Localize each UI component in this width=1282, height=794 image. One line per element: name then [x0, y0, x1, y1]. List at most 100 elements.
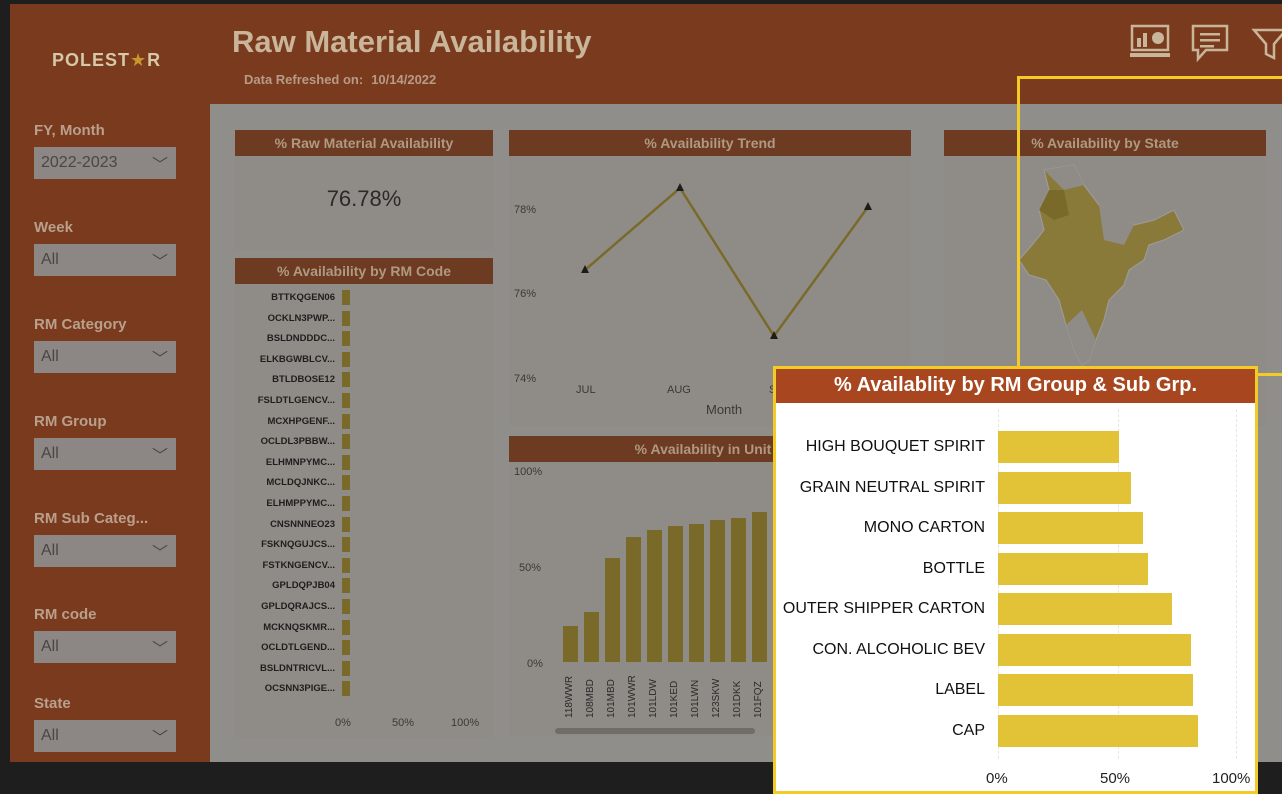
unit-label: 101FQZ — [753, 681, 764, 718]
rm-group-bar[interactable] — [998, 593, 1172, 625]
y-tick: 76% — [514, 288, 537, 300]
rm-code-row[interactable]: MCLDQJNKC... — [235, 475, 485, 491]
rm-code-row[interactable]: GPLDQPJB04 — [235, 578, 485, 594]
rm-group-bar[interactable] — [998, 471, 1132, 504]
trend-point — [864, 202, 872, 210]
rm-group-row[interactable]: CAP — [776, 714, 1255, 747]
rm-category-dropdown[interactable]: All ﹀ — [34, 341, 176, 373]
rm-sub-category-dropdown[interactable]: All ﹀ — [34, 535, 176, 567]
week-dropdown[interactable]: All ﹀ — [34, 244, 176, 276]
unit-bar[interactable] — [731, 518, 746, 662]
unit-bar[interactable] — [584, 612, 599, 662]
y-tick: 74% — [514, 373, 537, 385]
rm-code-bar[interactable] — [342, 681, 350, 697]
rm-group-row[interactable]: LABEL — [776, 674, 1255, 706]
unit-label: 101MBD — [606, 679, 617, 718]
x-axis-title: Month — [706, 402, 743, 417]
horizontal-scrollbar[interactable] — [555, 728, 755, 734]
chat-icon[interactable] — [1188, 20, 1232, 64]
unit-bar[interactable] — [668, 525, 683, 662]
rm-code-row[interactable]: MCXHPGENF... — [235, 413, 485, 430]
kpi-card[interactable]: % Raw Material Availability 76.78% — [235, 130, 493, 250]
unit-bar[interactable] — [689, 523, 704, 662]
unit-bar[interactable] — [647, 529, 662, 662]
rm-code-bar[interactable] — [342, 619, 350, 635]
rm-code-row[interactable]: OCLDTLGEND... — [235, 640, 485, 656]
rm-group-bar[interactable] — [998, 512, 1144, 544]
rm-code-label: OCLDTLGEND... — [261, 642, 335, 654]
rm-group-bar[interactable] — [998, 552, 1148, 585]
rm-code-bar[interactable] — [342, 351, 350, 367]
unit-bar[interactable] — [710, 519, 725, 662]
rm-code-row[interactable]: OCSNN3PIGE... — [235, 681, 485, 697]
rm-code-bar[interactable] — [342, 454, 350, 470]
rm-code-bar[interactable] — [342, 660, 350, 676]
unit-bar[interactable] — [563, 625, 578, 662]
rm-code-dropdown[interactable]: All ﹀ — [34, 631, 176, 663]
rm-group-row[interactable]: BOTTLE — [776, 552, 1255, 585]
rm-code-bar[interactable] — [342, 557, 350, 573]
rm-code-card[interactable]: % Availability by RM Code BTTKQGEN06 OCKL… — [235, 258, 493, 738]
rm-code-bar[interactable] — [342, 537, 350, 553]
rm-code-bar[interactable] — [342, 372, 350, 388]
rm-group-bar[interactable] — [998, 633, 1191, 666]
rm-code-row[interactable]: FSLDTLGENCV... — [235, 393, 485, 409]
rm-code-label: MCLDQJNKC... — [266, 477, 335, 489]
rm-code-bar[interactable] — [342, 496, 350, 511]
polestar-logo: POLEST★R — [52, 50, 162, 70]
dashboard-icon[interactable] — [1128, 20, 1172, 64]
rm-code-row[interactable]: FSTKNGENCV... — [235, 557, 485, 574]
rm-code-bar[interactable] — [342, 599, 350, 614]
slicer-rm-category: RM Category All ﹀ — [34, 316, 184, 373]
rm-code-bar[interactable] — [342, 310, 350, 326]
map-highlight-frame — [1017, 76, 1282, 376]
rm-group-bar[interactable] — [998, 431, 1120, 463]
rm-code-bar[interactable] — [342, 578, 350, 594]
axis-tick: 100% — [451, 717, 480, 729]
rm-code-label: GPLDQPJB04 — [272, 580, 335, 592]
rm-code-row[interactable]: BSLDNDDDC... — [235, 331, 485, 347]
rm-code-label: ELHMPPYMC... — [266, 498, 335, 509]
slicer-label: RM Category — [34, 316, 127, 333]
x-tick: 100% — [1212, 770, 1251, 787]
rm-group-row[interactable]: MONO CARTON — [776, 512, 1255, 544]
rm-code-bar[interactable] — [342, 413, 350, 429]
rm-code-bar[interactable] — [342, 475, 350, 491]
rm-code-bar[interactable] — [342, 331, 350, 347]
rm-group-dropdown[interactable]: All ﹀ — [34, 438, 176, 470]
rm-code-row[interactable]: MCKNQSKMR... — [235, 619, 485, 636]
rm-code-row[interactable]: FSKNQGUJCS... — [235, 537, 485, 553]
chevron-down-icon: ﹀ — [151, 254, 168, 271]
card-title: % Raw Material Availability — [235, 130, 493, 156]
rm-code-bar[interactable] — [342, 434, 350, 450]
rm-code-row[interactable]: CNSNNNEO23 — [235, 516, 485, 533]
unit-bar[interactable] — [752, 512, 767, 662]
rm-group-row[interactable]: OUTER SHIPPER CARTON — [776, 593, 1255, 625]
rm-code-bar[interactable] — [342, 393, 350, 408]
fy-month-dropdown[interactable]: 2022-2023 ﹀ — [34, 147, 176, 179]
unit-bar[interactable] — [605, 558, 620, 662]
rm-code-row[interactable]: BSLDNTRICVL... — [235, 660, 485, 677]
unit-bar[interactable] — [626, 537, 641, 662]
rm-code-row[interactable]: OCLDL3PBBW... — [235, 434, 485, 450]
state-dropdown[interactable]: All ﹀ — [34, 720, 176, 752]
rm-group-row[interactable]: GRAIN NEUTRAL SPIRIT — [776, 471, 1255, 504]
rm-code-row[interactable]: ELHMNPYMC... — [235, 454, 485, 471]
chevron-down-icon: ﹀ — [151, 448, 168, 465]
rm-code-row[interactable]: BTTKQGEN06 — [235, 290, 485, 306]
rm-group-row[interactable]: CON. ALCOHOLIC BEV — [776, 633, 1255, 666]
rm-code-row[interactable]: BTLDBOSE12 — [235, 372, 485, 388]
rm-code-bar[interactable] — [342, 516, 350, 532]
filter-icon[interactable] — [1250, 20, 1282, 64]
rm-code-row[interactable]: ELKBGWBLCV... — [235, 351, 485, 368]
rm-group-row[interactable]: HIGH BOUQUET SPIRIT — [776, 431, 1255, 463]
rm-code-bar[interactable] — [342, 290, 350, 305]
rm-group-bar[interactable] — [998, 674, 1194, 706]
rm-code-label: BSLDNDDDC... — [266, 333, 335, 345]
unit-label: 101LDW — [648, 679, 659, 718]
rm-code-row[interactable]: GPLDQRAJCS... — [235, 599, 485, 615]
rm-code-row[interactable]: OCKLN3PWP... — [235, 310, 485, 327]
rm-group-bar[interactable] — [998, 714, 1198, 747]
rm-code-bar[interactable] — [342, 640, 350, 656]
rm-code-row[interactable]: ELHMPPYMC... — [235, 496, 485, 512]
